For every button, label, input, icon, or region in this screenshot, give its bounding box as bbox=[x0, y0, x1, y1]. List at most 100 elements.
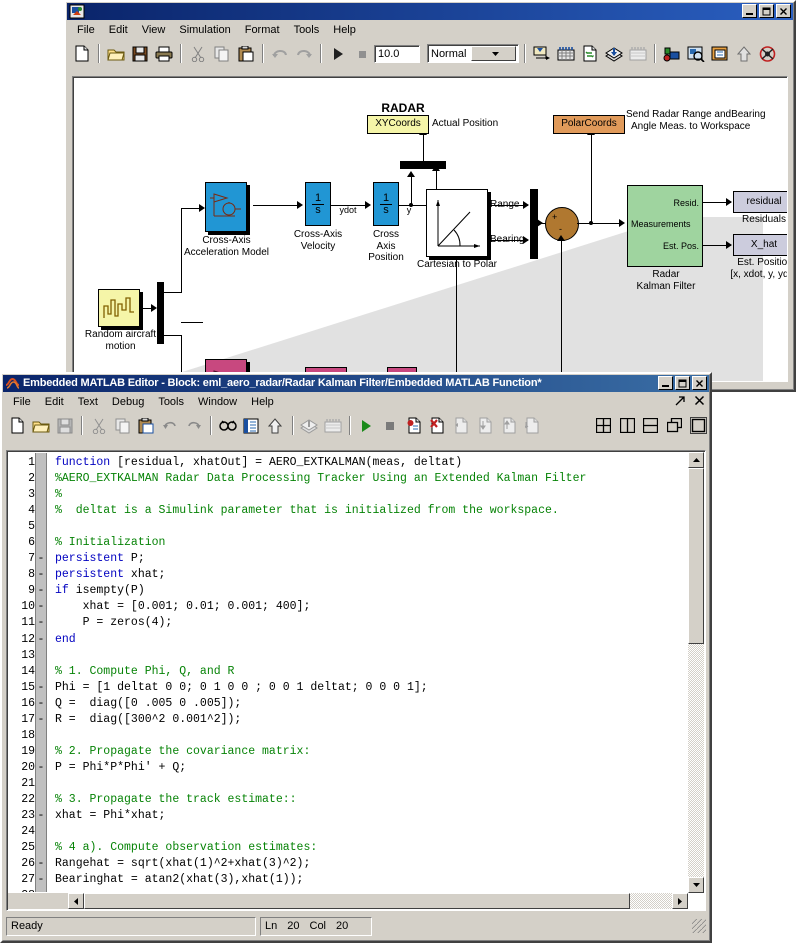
breakpoint-marker[interactable]: - bbox=[36, 599, 46, 615]
menu-edit[interactable]: Edit bbox=[38, 394, 71, 410]
go-to-parent-icon[interactable] bbox=[732, 43, 755, 65]
breakpoint-marker[interactable]: - bbox=[36, 680, 46, 696]
code-line[interactable]: function [residual, xhatOut] = AERO_EXTK… bbox=[55, 455, 687, 471]
new-model-icon[interactable] bbox=[70, 43, 93, 65]
simulink-titlebar[interactable] bbox=[66, 2, 794, 20]
minimize-icon[interactable] bbox=[658, 376, 673, 390]
breakpoint-marker[interactable]: - bbox=[36, 632, 46, 648]
menu-text[interactable]: Text bbox=[71, 394, 105, 410]
code-line[interactable]: P = zeros(4); bbox=[55, 615, 687, 631]
block-cross-axis-position[interactable]: 1 s bbox=[373, 182, 399, 226]
paste-icon[interactable] bbox=[234, 43, 257, 65]
menu-file[interactable]: File bbox=[70, 22, 102, 38]
code-vertical-scrollbar[interactable] bbox=[688, 452, 704, 893]
menu-debug[interactable]: Debug bbox=[105, 394, 151, 410]
breakpoint-marker[interactable] bbox=[36, 744, 46, 760]
stop-time-input[interactable] bbox=[374, 45, 420, 63]
model-advisor-icon[interactable] bbox=[684, 43, 707, 65]
code-line[interactable]: % 4 a). Compute observation estimates: bbox=[55, 840, 687, 856]
code-line[interactable] bbox=[55, 519, 687, 535]
breakpoint-marker[interactable]: - bbox=[36, 567, 46, 583]
print-icon[interactable] bbox=[152, 43, 175, 65]
breakpoint-marker[interactable] bbox=[36, 503, 46, 519]
menu-window[interactable]: Window bbox=[191, 394, 244, 410]
update-diagram-icon[interactable] bbox=[530, 43, 553, 65]
cascade-icon[interactable] bbox=[663, 415, 686, 437]
paste-icon[interactable] bbox=[135, 415, 158, 437]
code-line[interactable]: % Initialization bbox=[55, 535, 687, 551]
code-line[interactable]: R = diag([300^2 0.001^2]); bbox=[55, 712, 687, 728]
block-cross-axis-velocity[interactable]: 1 s bbox=[305, 182, 331, 226]
tile-horizontal-icon[interactable] bbox=[639, 415, 662, 437]
breakpoint-marker[interactable] bbox=[36, 664, 46, 680]
chevron-down-icon[interactable] bbox=[471, 46, 516, 61]
code-line[interactable]: % 1. Compute Phi, Q, and R bbox=[55, 664, 687, 680]
resize-grip-icon[interactable] bbox=[692, 919, 706, 933]
close-icon[interactable] bbox=[692, 376, 707, 390]
scrollbar-thumb[interactable] bbox=[84, 893, 630, 909]
block-polarcoords[interactable]: PolarCoords bbox=[553, 115, 625, 134]
code-line[interactable]: Phi = [1 deltat 0 0; 0 1 0 0 ; 0 0 1 del… bbox=[55, 680, 687, 696]
breakpoint-marker[interactable] bbox=[36, 471, 46, 487]
copy-icon[interactable] bbox=[210, 43, 233, 65]
scroll-right-icon[interactable] bbox=[672, 893, 688, 909]
code-line[interactable] bbox=[55, 776, 687, 792]
breakpoint-gutter[interactable]: ------ --- - - -- bbox=[35, 453, 47, 892]
start-simulation-icon[interactable] bbox=[326, 43, 349, 65]
breakpoint-marker[interactable]: - bbox=[36, 872, 46, 888]
breakpoint-marker[interactable]: - bbox=[36, 856, 46, 872]
run-icon[interactable] bbox=[355, 415, 378, 437]
menu-help[interactable]: Help bbox=[326, 22, 363, 38]
scrollbar-track[interactable] bbox=[630, 893, 672, 909]
library-browser-icon[interactable] bbox=[554, 43, 577, 65]
code-line[interactable]: % 2. Propagate the covariance matrix: bbox=[55, 744, 687, 760]
breakpoint-marker[interactable]: - bbox=[36, 760, 46, 776]
breakpoint-marker[interactable] bbox=[36, 840, 46, 856]
breakpoint-marker[interactable] bbox=[36, 535, 46, 551]
simulink-menubar[interactable]: File Edit View Simulation Format Tools H… bbox=[66, 20, 794, 39]
code-line[interactable]: end bbox=[55, 632, 687, 648]
block-random-aircraft-motion[interactable] bbox=[98, 289, 140, 327]
go-to-parent-icon[interactable] bbox=[264, 415, 287, 437]
code-line[interactable]: Rangehat = sqrt(xhat(1)^2+xhat(3)^2); bbox=[55, 856, 687, 872]
close-icon[interactable] bbox=[776, 4, 791, 18]
menu-tools[interactable]: Tools bbox=[151, 394, 191, 410]
tile-vertical-icon[interactable] bbox=[616, 415, 639, 437]
block-residual[interactable]: residual bbox=[733, 191, 788, 213]
breakpoint-marker[interactable] bbox=[36, 728, 46, 744]
code-line[interactable]: % 3. Propagate the track estimate:: bbox=[55, 792, 687, 808]
code-line[interactable] bbox=[55, 728, 687, 744]
new-file-icon[interactable] bbox=[6, 415, 29, 437]
breakpoint-marker[interactable] bbox=[36, 519, 46, 535]
code-line[interactable]: P = Phi*P*Phi' + Q; bbox=[55, 760, 687, 776]
undock-icon[interactable] bbox=[675, 395, 686, 409]
scroll-down-icon[interactable] bbox=[688, 877, 704, 893]
block-cross-axis-acceleration-model[interactable] bbox=[205, 182, 247, 232]
embedded-matlab-editor-window[interactable]: Embedded MATLAB Editor - Block: eml_aero… bbox=[0, 372, 712, 943]
open-model-icon[interactable] bbox=[104, 43, 127, 65]
scroll-up-icon[interactable] bbox=[688, 452, 704, 468]
minimize-icon[interactable] bbox=[742, 4, 757, 18]
breakpoint-marker[interactable] bbox=[36, 648, 46, 664]
block-xycoords[interactable]: XYCoords bbox=[367, 115, 429, 134]
eml-menubar[interactable]: File Edit Text Debug Tools Window Help bbox=[2, 392, 710, 411]
close-doc-icon[interactable] bbox=[694, 395, 705, 409]
simulation-mode-select[interactable]: Normal bbox=[427, 44, 519, 63]
breakpoint-marker[interactable]: - bbox=[36, 551, 46, 567]
code-line[interactable] bbox=[55, 824, 687, 840]
find-icon[interactable] bbox=[216, 415, 239, 437]
code-line[interactable] bbox=[55, 648, 687, 664]
code-editor-panel[interactable]: 1234567891011121314151617181920212223242… bbox=[6, 450, 706, 911]
eml-toolbar[interactable] bbox=[2, 411, 710, 440]
block-cartesian-to-polar[interactable] bbox=[426, 189, 488, 257]
maximize-pane-icon[interactable] bbox=[687, 415, 710, 437]
breakpoint-marker[interactable]: - bbox=[36, 583, 46, 599]
code-line[interactable]: % bbox=[55, 487, 687, 503]
open-file-icon[interactable] bbox=[30, 415, 53, 437]
code-line[interactable]: Q = diag([0 .005 0 .005]); bbox=[55, 696, 687, 712]
menu-view[interactable]: View bbox=[135, 22, 173, 38]
code-line[interactable] bbox=[55, 888, 687, 892]
simulink-model-window[interactable]: File Edit View Simulation Format Tools H… bbox=[64, 0, 796, 392]
code-line[interactable]: % deltat is a Simulink parameter that is… bbox=[55, 503, 687, 519]
menu-format[interactable]: Format bbox=[238, 22, 287, 38]
